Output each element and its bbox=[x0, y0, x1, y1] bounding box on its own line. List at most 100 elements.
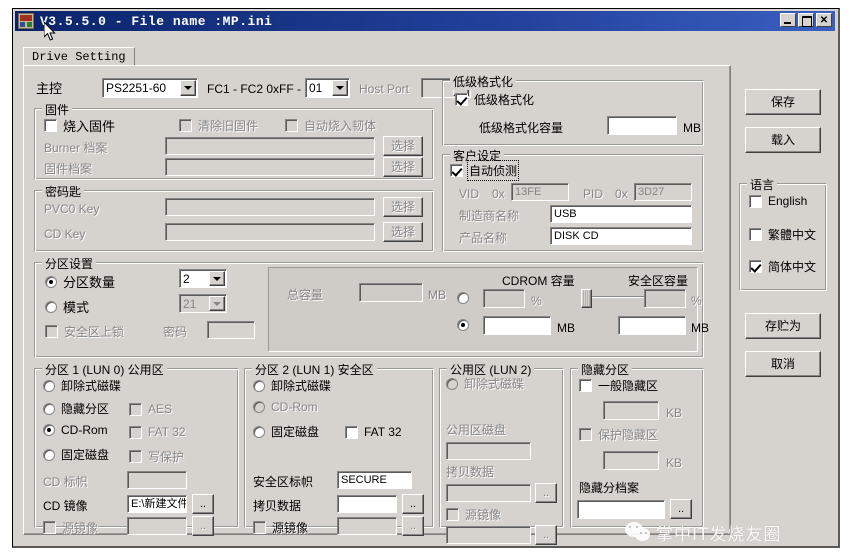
part3-src-image-checkbox[interactable]: 源镜像 bbox=[446, 506, 501, 523]
part3-removable-radio[interactable]: 卸除式磁碟 bbox=[446, 375, 524, 392]
chevron-down-icon[interactable] bbox=[332, 80, 348, 96]
part3-copy-data-input[interactable] bbox=[446, 484, 531, 502]
part3-src-image-browse-button[interactable]: .. bbox=[535, 525, 557, 545]
secure-lock-checkbox[interactable]: 安全区上锁 bbox=[45, 323, 124, 340]
pid-input[interactable]: 3D27 bbox=[634, 183, 692, 201]
part2-removable-radio[interactable]: 卸除式磁碟 bbox=[253, 377, 331, 394]
chevron-down-icon[interactable] bbox=[209, 296, 225, 311]
lang-simplified-checkbox[interactable]: 简体中文 bbox=[749, 258, 816, 275]
part2-cdrom-radio[interactable]: CD-Rom bbox=[253, 400, 318, 414]
part1-fat32-checkbox[interactable]: FAT 32 bbox=[129, 425, 186, 439]
radio-dot bbox=[43, 448, 55, 461]
part2-secure-label-input[interactable]: SECURE bbox=[337, 471, 412, 489]
save-button[interactable]: 保存 bbox=[745, 89, 821, 115]
part1-aes-label: AES bbox=[148, 402, 173, 416]
part1-src-image-input[interactable] bbox=[127, 517, 187, 535]
hidden-partition-group-title: 隐藏分区 bbox=[578, 361, 633, 378]
lowlevel-format-checkbox[interactable]: 低级格式化 bbox=[455, 91, 534, 108]
auto-burn-checkbox[interactable]: 自动烧入韧体 bbox=[285, 117, 376, 134]
side-panel: 保存 载入 语言 English 繁體中文 简体中文 存贮为 取消 bbox=[737, 65, 829, 535]
secure-capacity-label: 安全区容量 bbox=[628, 274, 689, 288]
lang-traditional-label: 繁體中文 bbox=[768, 228, 817, 242]
part3-disk-input[interactable] bbox=[446, 442, 531, 460]
part1-writeprotect-checkbox[interactable]: 写保护 bbox=[129, 448, 184, 465]
total-capacity-input[interactable] bbox=[359, 283, 423, 302]
hidden-protect-input[interactable] bbox=[603, 451, 659, 470]
hidden-file-browse-button[interactable]: .. bbox=[670, 499, 692, 519]
part2-copy-data-browse-button[interactable]: .. bbox=[402, 494, 424, 514]
part1-cd-image-input[interactable]: E:\新建文件夹 bbox=[127, 495, 187, 513]
part2-fat32-checkbox[interactable]: FAT 32 bbox=[345, 425, 402, 439]
save-as-button[interactable]: 存贮为 bbox=[745, 313, 821, 339]
burner-file-label: Burner 档案 bbox=[44, 141, 108, 155]
part2-src-image-input[interactable] bbox=[337, 517, 397, 535]
part2-src-image-browse-button[interactable]: .. bbox=[402, 516, 424, 536]
partition-password-input[interactable] bbox=[207, 321, 255, 339]
part1-aes-checkbox[interactable]: AES bbox=[129, 402, 172, 416]
pvc0-key-browse-button[interactable]: 选择 bbox=[383, 197, 423, 217]
maximize-icon[interactable] bbox=[798, 13, 814, 27]
burner-file-input[interactable] bbox=[165, 137, 375, 155]
lowlevel-format-label: 低级格式化 bbox=[474, 93, 535, 107]
slider-thumb[interactable] bbox=[581, 289, 592, 308]
secure-percent-input[interactable] bbox=[644, 289, 686, 308]
chevron-down-icon[interactable] bbox=[209, 271, 225, 286]
controller-combo[interactable]: PS2251-60 bbox=[102, 78, 198, 98]
cdrom-percent-input[interactable] bbox=[483, 289, 525, 308]
percent-mode-radio[interactable] bbox=[457, 292, 469, 304]
pvc0-key-input[interactable] bbox=[165, 198, 375, 216]
firmware-file-browse-button[interactable]: 选择 bbox=[383, 157, 423, 177]
part1-cdrom-radio[interactable]: CD-Rom bbox=[43, 423, 108, 437]
minimize-icon[interactable] bbox=[780, 13, 796, 27]
part1-src-image-checkbox[interactable]: 源镜像 bbox=[43, 519, 98, 536]
load-button[interactable]: 载入 bbox=[745, 127, 821, 153]
vid-input[interactable]: 13FE bbox=[511, 183, 569, 201]
mouse-cursor-icon bbox=[44, 22, 56, 41]
cdrom-mb-input[interactable] bbox=[483, 316, 551, 335]
partition-mode-combo[interactable]: 21 bbox=[179, 294, 227, 313]
cd-key-browse-button[interactable]: 选择 bbox=[383, 222, 423, 242]
lang-english-checkbox[interactable]: English bbox=[749, 194, 807, 208]
part2-src-image-checkbox[interactable]: 源镜像 bbox=[253, 519, 308, 536]
partition-count-combo[interactable]: 2 bbox=[179, 269, 227, 288]
partition-settings-group: 分区设置 分区数量 2 模式 21 安全区上锁 密码 总容量 MB CDROM … bbox=[34, 255, 709, 358]
clear-old-firmware-checkbox[interactable]: 清除旧固件 bbox=[179, 117, 258, 134]
part2-copy-data-input[interactable] bbox=[337, 495, 397, 513]
partition-count-radio[interactable]: 分区数量 bbox=[45, 272, 115, 291]
hidden-normal-input[interactable] bbox=[603, 401, 659, 420]
hidden-normal-checkbox[interactable]: 一般隐藏区 bbox=[579, 377, 658, 394]
auto-detect-checkbox[interactable]: 自动侦测 bbox=[450, 160, 520, 181]
part1-hidden-radio[interactable]: 隐藏分区 bbox=[43, 400, 109, 417]
fc-combo[interactable]: 01 bbox=[305, 78, 350, 98]
hidden-file-input[interactable] bbox=[577, 500, 665, 519]
chevron-down-icon[interactable] bbox=[180, 80, 196, 96]
part1-removable-radio[interactable]: 卸除式磁碟 bbox=[43, 377, 121, 394]
part1-src-image-browse-button[interactable]: .. bbox=[192, 516, 214, 536]
tab-drive-setting[interactable]: Drive Setting bbox=[23, 47, 135, 66]
radio-dot bbox=[45, 275, 57, 288]
part2-fixed-radio[interactable]: 固定磁盘 bbox=[253, 423, 319, 440]
partition-mode-radio[interactable]: 模式 bbox=[45, 297, 89, 316]
part1-cd-image-browse-button[interactable]: .. bbox=[192, 494, 214, 514]
secure-mb-input[interactable] bbox=[618, 316, 686, 335]
lang-traditional-checkbox[interactable]: 繁體中文 bbox=[749, 226, 816, 243]
hidden-protect-checkbox[interactable]: 保护隐藏区 bbox=[579, 426, 658, 443]
mb-mode-radio[interactable] bbox=[457, 319, 469, 331]
firmware-file-input[interactable] bbox=[165, 158, 375, 176]
part3-src-image-input[interactable] bbox=[446, 526, 531, 544]
cd-key-input[interactable] bbox=[165, 223, 375, 241]
close-icon[interactable]: ✕ bbox=[816, 13, 832, 27]
burner-file-browse-button[interactable]: 选择 bbox=[383, 136, 423, 156]
vendor-input[interactable]: USB bbox=[550, 205, 692, 223]
part1-fixed-radio[interactable]: 固定磁盘 bbox=[43, 446, 109, 463]
part3-copy-data-browse-button[interactable]: .. bbox=[535, 483, 557, 503]
partition2-group-title: 分区 2 (LUN 1) 安全区 bbox=[252, 361, 377, 378]
cancel-button[interactable]: 取消 bbox=[745, 351, 821, 377]
part1-cd-label-input[interactable] bbox=[127, 471, 187, 489]
product-input[interactable]: DISK CD bbox=[550, 227, 692, 245]
burn-firmware-checkbox[interactable]: 烧入固件 bbox=[44, 116, 115, 135]
title-bar[interactable]: V3.5.5.0 - File name :MP.ini ✕ bbox=[15, 11, 835, 31]
part1-fixed-label: 固定磁盘 bbox=[61, 448, 110, 462]
checkbox-box bbox=[45, 325, 58, 338]
lowlevel-capacity-input[interactable] bbox=[607, 116, 677, 135]
